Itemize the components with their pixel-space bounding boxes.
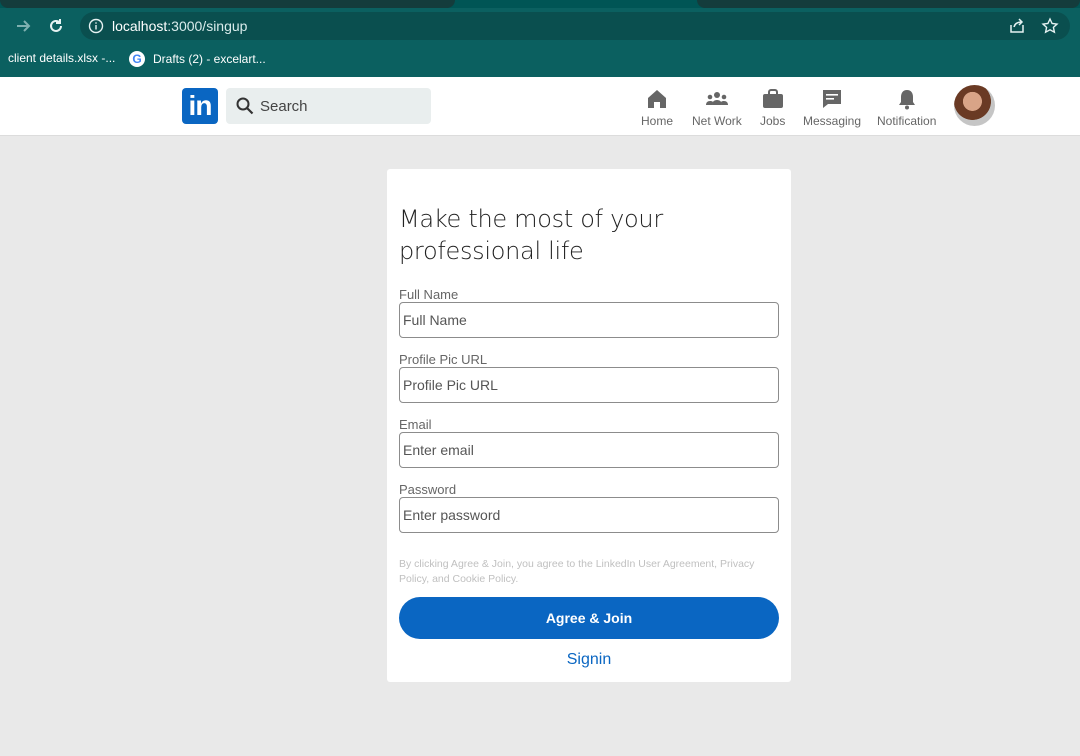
signup-card: Make the most of your professional life …: [387, 169, 791, 682]
nav-network[interactable]: Net Work: [692, 87, 742, 128]
share-icon[interactable]: [1008, 17, 1026, 35]
signin-link[interactable]: Signin: [387, 651, 791, 669]
password-field[interactable]: [399, 497, 779, 533]
search-box[interactable]: [226, 88, 431, 124]
nav-notification[interactable]: Notification: [877, 87, 936, 128]
password-label: Password: [399, 482, 457, 497]
bookmark-star-icon[interactable]: [1041, 17, 1059, 35]
email-field[interactable]: [399, 432, 779, 468]
site-info-icon[interactable]: [88, 18, 104, 34]
briefcase-icon: [762, 89, 783, 108]
message-icon: [823, 90, 842, 108]
full-name-label: Full Name: [399, 287, 459, 302]
forward-arrow-icon[interactable]: [14, 16, 34, 36]
nav-messaging[interactable]: Messaging: [803, 87, 861, 128]
bookmark-item[interactable]: client details.xlsx -...: [8, 51, 115, 65]
network-icon: [705, 92, 728, 105]
bookmarks-bar: client details.xlsx -... G Drafts (2) - …: [0, 44, 1080, 77]
bell-icon: [898, 90, 915, 110]
address-bar[interactable]: localhost:3000/singup: [80, 12, 1070, 40]
search-icon: [236, 97, 254, 115]
bookmark-item[interactable]: G Drafts (2) - excelart...: [129, 51, 266, 67]
browser-toolbar: localhost:3000/singup: [0, 8, 1080, 44]
page-title: Make the most of your professional life: [399, 205, 663, 265]
app-header: in Home Net Work Jobs Messaging Notifica…: [0, 77, 1080, 136]
linkedin-logo[interactable]: in: [182, 88, 218, 124]
browser-tab[interactable]: [697, 0, 1080, 8]
profile-pic-url-field[interactable]: [399, 367, 779, 403]
google-icon: G: [129, 51, 145, 67]
home-icon: [648, 90, 666, 108]
legal-text: By clicking Agree & Join, you agree to t…: [399, 558, 755, 585]
avatar[interactable]: [954, 85, 995, 126]
email-label: Email: [399, 417, 432, 432]
browser-tab[interactable]: [0, 0, 455, 8]
search-input[interactable]: [260, 88, 425, 124]
agree-and-join-button[interactable]: Agree & Join: [399, 597, 779, 639]
reload-icon[interactable]: [46, 16, 66, 36]
url-text: localhost:3000/singup: [112, 18, 248, 34]
profile-pic-url-label: Profile Pic URL: [399, 352, 488, 367]
browser-tab-strip: [0, 0, 1080, 8]
nav-jobs[interactable]: Jobs: [760, 87, 785, 128]
full-name-field[interactable]: [399, 302, 779, 338]
nav-home[interactable]: Home: [641, 87, 673, 128]
